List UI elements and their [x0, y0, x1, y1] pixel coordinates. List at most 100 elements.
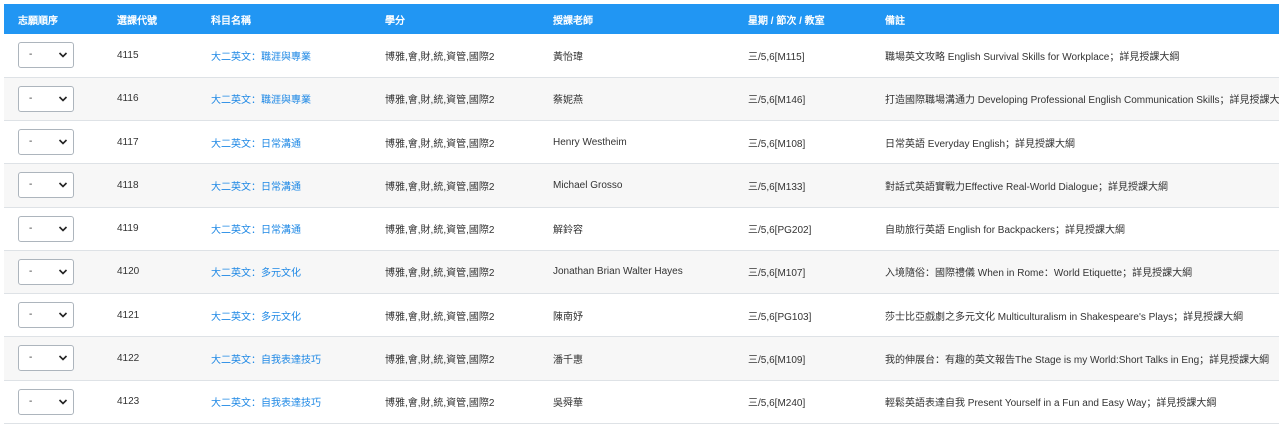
- select-value: -: [29, 92, 33, 104]
- teacher-name: Michael Grosso: [553, 179, 623, 191]
- select-value: -: [29, 179, 33, 191]
- time-room: 三/5,6[PG202]: [748, 225, 812, 237]
- table-row: - 4118 大二英文：日常溝通 博雅,會,財,統,資管,國際2 Michael…: [4, 163, 1279, 207]
- course-code: 4123: [117, 396, 140, 408]
- table-row: - 4115 大二英文：職涯與專業 博雅,會,財,統,資管,國際2 黃怡瑋 三/…: [4, 34, 1279, 78]
- course-note: 我的伸展台：有趣的英文報告The Stage is my World:Short…: [885, 354, 1270, 366]
- course-selection-table-container: 志願順序 選課代號 科目名稱 學分 授課老師 星期 / 節次 / 教室 備註 -…: [4, 4, 1279, 424]
- table-body: - 4115 大二英文：職涯與專業 博雅,會,財,統,資管,國際2 黃怡瑋 三/…: [4, 34, 1279, 424]
- course-note: 入境隨俗：國際禮儀 When in Rome：World Etiquette；詳…: [885, 268, 1193, 280]
- select-value: -: [29, 265, 33, 277]
- credit-info: 博雅,會,財,統,資管,國際2: [385, 398, 495, 410]
- credit-info: 博雅,會,財,統,資管,國際2: [385, 51, 495, 63]
- teacher-name: 潘千惠: [553, 354, 583, 366]
- time-room: 三/5,6[M240]: [748, 398, 806, 410]
- order-cell: -: [4, 121, 103, 164]
- course-name-link[interactable]: 大二英文：職涯與專業: [211, 52, 311, 63]
- preference-order-select[interactable]: -: [18, 85, 74, 112]
- preference-order-select[interactable]: -: [18, 172, 74, 199]
- time-room: 三/5,6[M109]: [748, 354, 806, 366]
- order-cell: -: [4, 34, 103, 77]
- course-name-cell: 大二英文：自我表達技巧: [197, 380, 371, 423]
- course-name-cell: 大二英文：多元文化: [197, 294, 371, 337]
- chevron-down-icon: [58, 355, 68, 362]
- header-order: 志願順序: [18, 15, 58, 27]
- select-value: -: [29, 352, 33, 364]
- table-row: - 4117 大二英文：日常溝通 博雅,會,財,統,資管,國際2 Henry W…: [4, 120, 1279, 164]
- order-cell: -: [4, 77, 103, 120]
- chevron-down-icon: [58, 96, 68, 102]
- table-row: - 4116 大二英文：職涯與專業 博雅,會,財,統,資管,國際2 蔡妮燕 三/…: [4, 77, 1279, 121]
- course-code: 4121: [117, 309, 140, 321]
- course-name-cell: 大二英文：日常溝通: [197, 121, 371, 164]
- course-note: 職場英文攻略 English Survival Skills for Workp…: [885, 51, 1180, 63]
- time-room: 三/5,6[M146]: [748, 95, 806, 107]
- time-room: 三/5,6[PG103]: [748, 311, 812, 323]
- select-value: -: [29, 49, 33, 61]
- course-code: 4115: [117, 49, 139, 61]
- course-name-cell: 大二英文：職涯與專業: [197, 77, 371, 120]
- course-name-link[interactable]: 大二英文：多元文化: [211, 312, 301, 323]
- order-cell: -: [4, 250, 103, 293]
- course-name-cell: 大二英文：日常溝通: [197, 207, 371, 250]
- teacher-name: 蔡妮燕: [553, 95, 583, 107]
- course-name-cell: 大二英文：日常溝通: [197, 164, 371, 207]
- preference-order-select[interactable]: -: [18, 345, 74, 372]
- chevron-down-icon: [58, 139, 68, 145]
- teacher-name: 解鈴容: [553, 225, 583, 237]
- table-row: - 4121 大二英文：多元文化 博雅,會,財,統,資管,國際2 陳南妤 三/5…: [4, 293, 1279, 337]
- preference-order-select[interactable]: -: [18, 129, 74, 156]
- preference-order-select[interactable]: -: [18, 388, 74, 415]
- table-row: - 4122 大二英文：自我表達技巧 博雅,會,財,統,資管,國際2 潘千惠 三…: [4, 336, 1279, 380]
- course-name-cell: 大二英文：多元文化: [197, 250, 371, 293]
- order-cell: -: [4, 337, 103, 380]
- time-room: 三/5,6[M133]: [748, 181, 806, 193]
- chevron-down-icon: [58, 269, 68, 275]
- table-row: - 4119 大二英文：日常溝通 博雅,會,財,統,資管,國際2 解鈴容 三/5…: [4, 207, 1279, 251]
- credit-info: 博雅,會,財,統,資管,國際2: [385, 95, 495, 107]
- course-name-link[interactable]: 大二英文：自我表達技巧: [211, 355, 321, 366]
- teacher-name: 陳南妤: [553, 311, 583, 323]
- course-note: 自助旅行英語 English for Backpackers；詳見授課大綱: [885, 225, 1126, 237]
- course-note: 日常英語 Everyday English；詳見授課大綱: [885, 138, 1076, 150]
- course-name-link[interactable]: 大二英文：日常溝通: [211, 225, 301, 236]
- table-row: - 4120 大二英文：多元文化 博雅,會,財,統,資管,國際2 Jonatha…: [4, 250, 1279, 294]
- course-name-link[interactable]: 大二英文：自我表達技巧: [211, 398, 321, 409]
- chevron-down-icon: [58, 226, 68, 232]
- table-header: 志願順序 選課代號 科目名稱 學分 授課老師 星期 / 節次 / 教室 備註: [4, 4, 1279, 34]
- course-code: 4122: [117, 352, 140, 364]
- chevron-down-icon: [58, 312, 68, 318]
- course-name-cell: 大二英文：自我表達技巧: [197, 337, 371, 380]
- course-note: 打造國際職場溝通力 Developing Professional Englis…: [885, 95, 1279, 107]
- preference-order-select[interactable]: -: [18, 215, 74, 242]
- course-name-link[interactable]: 大二英文：日常溝通: [211, 182, 301, 193]
- teacher-name: 黃怡瑋: [553, 51, 583, 63]
- header-note: 備註: [885, 15, 905, 27]
- credit-info: 博雅,會,財,統,資管,國際2: [385, 138, 495, 150]
- credit-info: 博雅,會,財,統,資管,國際2: [385, 311, 495, 323]
- course-code: 4119: [117, 223, 139, 235]
- course-code: 4120: [117, 266, 140, 278]
- teacher-name: Jonathan Brian Walter Hayes: [553, 266, 683, 278]
- preference-order-select[interactable]: -: [18, 302, 74, 329]
- course-note: 莎士比亞戲劇之多元文化 Multiculturalism in Shakespe…: [885, 311, 1244, 323]
- chevron-down-icon: [58, 399, 68, 405]
- teacher-name: Henry Westheim: [553, 136, 627, 148]
- course-name-link[interactable]: 大二英文：職涯與專業: [211, 95, 311, 106]
- credit-info: 博雅,會,財,統,資管,國際2: [385, 225, 495, 237]
- time-room: 三/5,6[M107]: [748, 268, 806, 280]
- preference-order-select[interactable]: -: [18, 42, 74, 69]
- credit-info: 博雅,會,財,統,資管,國際2: [385, 181, 495, 193]
- order-cell: -: [4, 207, 103, 250]
- select-value: -: [29, 309, 33, 321]
- course-name-link[interactable]: 大二英文：日常溝通: [211, 139, 301, 150]
- header-row: 志願順序 選課代號 科目名稱 學分 授課老師 星期 / 節次 / 教室 備註: [4, 4, 1279, 34]
- chevron-down-icon: [58, 182, 68, 189]
- course-note: 輕鬆英語表達自我 Present Yourself in a Fun and E…: [885, 398, 1217, 410]
- header-code: 選課代號: [117, 15, 157, 27]
- header-course-name: 科目名稱: [211, 15, 251, 27]
- course-name-link[interactable]: 大二英文：多元文化: [211, 268, 301, 279]
- preference-order-select[interactable]: -: [18, 258, 74, 285]
- course-selection-table: 志願順序 選課代號 科目名稱 學分 授課老師 星期 / 節次 / 教室 備註 -…: [4, 4, 1279, 424]
- credit-info: 博雅,會,財,統,資管,國際2: [385, 268, 495, 280]
